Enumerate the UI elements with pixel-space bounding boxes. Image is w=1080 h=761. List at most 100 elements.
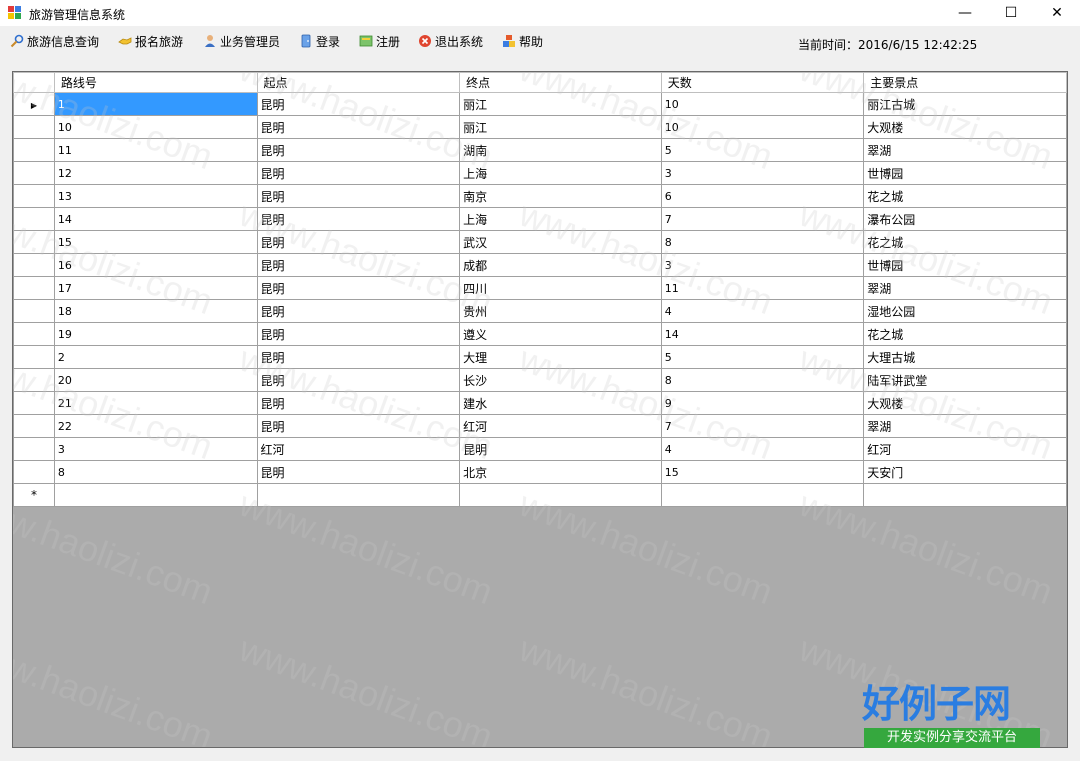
close-button[interactable]: ✕ [1034,0,1080,26]
menu-login[interactable]: 登录 [299,32,340,52]
row-header[interactable] [13,230,55,254]
cell-attraction[interactable]: 大观楼 [863,391,1067,415]
table-row[interactable]: 8 昆明 北京 15 天安门 [13,460,1067,484]
cell-attraction[interactable]: 大理古城 [863,345,1067,369]
cell-destination[interactable]: 红河 [459,414,662,438]
cell-route-id[interactable]: 10 [53,115,258,139]
table-row[interactable]: 14 昆明 上海 7 瀑布公园 [13,207,1067,231]
cell-route-id[interactable]: 22 [53,414,258,438]
menu-tour-query[interactable]: 旅游信息查询 [10,32,99,52]
cell-days[interactable]: 10 [660,115,865,139]
cell-destination[interactable]: 南京 [459,184,662,208]
cell-start[interactable]: 昆明 [256,368,461,392]
row-header[interactable] [13,253,55,277]
cell-start[interactable]: 昆明 [256,230,461,254]
cell-days[interactable]: 7 [660,207,865,231]
row-header[interactable] [13,460,55,484]
cell-route-id[interactable]: 16 [53,253,258,277]
cell-route-id[interactable]: 13 [53,184,258,208]
cell-days[interactable]: 3 [660,253,865,277]
cell-attraction[interactable]: 大观楼 [863,115,1067,139]
row-header[interactable] [13,391,55,415]
cell-days[interactable]: 6 [660,184,865,208]
cell-start[interactable]: 昆明 [256,276,461,300]
row-header-corner[interactable] [13,72,55,93]
cell-route-id[interactable]: 11 [53,138,258,162]
table-row[interactable]: 17 昆明 四川 11 翠湖 [13,276,1067,300]
menu-signup-tour[interactable]: 报名旅游 [118,32,183,52]
cell-destination[interactable]: 北京 [459,460,662,484]
column-header-attraction[interactable]: 主要景点 [863,72,1067,93]
new-row-cell[interactable] [53,483,258,507]
row-header[interactable] [13,138,55,162]
table-row[interactable]: 20 昆明 长沙 8 陆军讲武堂 [13,368,1067,392]
table-row[interactable]: 11 昆明 湖南 5 翠湖 [13,138,1067,162]
cell-days[interactable]: 5 [660,138,865,162]
cell-destination[interactable]: 大理 [459,345,662,369]
cell-route-id[interactable]: 18 [53,299,258,323]
row-header[interactable] [13,345,55,369]
cell-start[interactable]: 昆明 [256,207,461,231]
table-row[interactable]: 12 昆明 上海 3 世博园 [13,161,1067,185]
table-row[interactable]: 13 昆明 南京 6 花之城 [13,184,1067,208]
cell-destination[interactable]: 贵州 [459,299,662,323]
cell-destination[interactable]: 建水 [459,391,662,415]
cell-start[interactable]: 昆明 [256,92,461,116]
cell-destination[interactable]: 湖南 [459,138,662,162]
cell-destination[interactable]: 遵义 [459,322,662,346]
cell-days[interactable]: 7 [660,414,865,438]
cell-days[interactable]: 8 [660,368,865,392]
cell-days[interactable]: 3 [660,161,865,185]
cell-start[interactable]: 昆明 [256,138,461,162]
menu-register[interactable]: 注册 [359,32,400,52]
maximize-button[interactable]: ☐ [988,0,1034,26]
cell-days[interactable]: 15 [660,460,865,484]
table-row[interactable]: 2 昆明 大理 5 大理古城 [13,345,1067,369]
cell-attraction[interactable]: 花之城 [863,322,1067,346]
cell-attraction[interactable]: 红河 [863,437,1067,461]
row-header[interactable]: ▶ [13,92,55,116]
cell-route-id[interactable]: 14 [53,207,258,231]
column-header-route-id[interactable]: 路线号 [53,72,258,93]
new-row-cell[interactable] [256,483,461,507]
new-row-cell[interactable] [459,483,662,507]
menu-help[interactable]: 帮助 [502,32,543,52]
cell-days[interactable]: 9 [660,391,865,415]
menu-admin[interactable]: 业务管理员 [203,32,280,52]
cell-attraction[interactable]: 世博园 [863,161,1067,185]
cell-start[interactable]: 昆明 [256,299,461,323]
row-header[interactable] [13,207,55,231]
new-row-cell[interactable] [660,483,865,507]
table-row[interactable]: 18 昆明 贵州 4 湿地公园 [13,299,1067,323]
new-row-header[interactable]: * [13,483,55,507]
cell-attraction[interactable]: 花之城 [863,230,1067,254]
cell-start[interactable]: 昆明 [256,414,461,438]
cell-destination[interactable]: 丽江 [459,92,662,116]
table-row[interactable]: 16 昆明 成都 3 世博园 [13,253,1067,277]
new-row-cell[interactable] [863,483,1067,507]
cell-start[interactable]: 昆明 [256,460,461,484]
cell-start[interactable]: 昆明 [256,345,461,369]
cell-route-id[interactable]: 21 [53,391,258,415]
cell-destination[interactable]: 丽江 [459,115,662,139]
cell-attraction[interactable]: 瀑布公园 [863,207,1067,231]
cell-start[interactable]: 昆明 [256,161,461,185]
cell-attraction[interactable]: 花之城 [863,184,1067,208]
cell-route-id[interactable]: 19 [53,322,258,346]
cell-start[interactable]: 昆明 [256,184,461,208]
cell-attraction[interactable]: 翠湖 [863,138,1067,162]
cell-attraction[interactable]: 世博园 [863,253,1067,277]
table-row[interactable]: 21 昆明 建水 9 大观楼 [13,391,1067,415]
new-row[interactable]: * [13,483,1067,507]
cell-days[interactable]: 11 [660,276,865,300]
cell-route-id[interactable]: 2 [53,345,258,369]
cell-destination[interactable]: 武汉 [459,230,662,254]
cell-route-id[interactable]: 1 [53,92,258,116]
cell-days[interactable]: 5 [660,345,865,369]
table-row[interactable]: 19 昆明 遵义 14 花之城 [13,322,1067,346]
minimize-button[interactable]: — [942,0,988,26]
row-header[interactable] [13,184,55,208]
table-row[interactable]: 3 红河 昆明 4 红河 [13,437,1067,461]
column-header-days[interactable]: 天数 [660,72,865,93]
cell-destination[interactable]: 成都 [459,253,662,277]
